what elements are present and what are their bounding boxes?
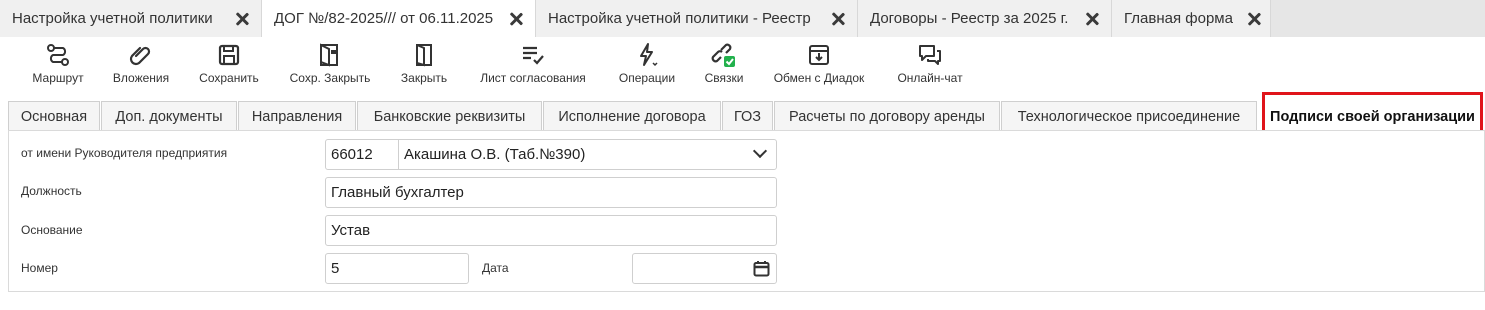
tab-additional-documents[interactable]: Доп. документы [101,101,237,131]
tab-goz[interactable]: ГОЗ [722,101,773,131]
field-separator [398,140,399,169]
signer-label: от имени Руководителя предприятия [21,146,228,160]
window-tab-contract[interactable]: ДОГ №/82-2025/// от 06.11.2025 [262,0,536,37]
diadoc-exchange-button[interactable]: Обмен с Диадок [767,42,871,90]
diadoc-label: Обмен с Диадок [773,71,865,85]
chat-icon [919,45,941,65]
signer-name: Акашина О.В. (Таб.№390) [404,146,586,163]
window-tab-label: Настройка учетной политики - Реестр [548,10,811,27]
date-field[interactable] [632,253,777,284]
attachments-label: Вложения [112,71,170,85]
window-tab-label: ДОГ №/82-2025/// от 06.11.2025 [274,10,494,27]
save-close-label: Сохр. Закрыть [289,71,371,85]
calendar-icon[interactable] [753,260,770,277]
links-label: Связки [704,71,744,85]
number-value: 5 [331,260,340,277]
save-icon [218,44,240,66]
lightning-icon [640,43,658,67]
approval-sheet-button[interactable]: Лист согласования [472,42,594,90]
signatures-panel: от имени Руководителя предприятия 66012 … [8,130,1485,292]
basis-value: Устав [331,222,371,239]
position-label: Должность [21,184,82,198]
operations-label: Операции [618,71,676,85]
links-button[interactable]: Связки [699,42,749,90]
inbox-download-icon [809,45,829,65]
date-label: Дата [482,261,509,275]
window-tab-label: Договоры - Реестр за 2025 г. [870,10,1069,27]
close-label: Закрыть [400,71,448,85]
tab-main[interactable]: Основная [8,101,100,131]
door-icon [416,44,432,67]
tab-contract-execution[interactable]: Исполнение договора [543,101,721,131]
tab-directions[interactable]: Направления [238,101,356,131]
number-field[interactable]: 5 [325,253,469,284]
close-icon[interactable] [1247,12,1258,26]
operations-button[interactable]: Операции [613,42,681,90]
signer-code: 66012 [331,146,373,163]
window-tab-accounting-policy[interactable]: Настройка учетной политики [0,0,262,37]
tab-technological-connection[interactable]: Технологическое присоединение [1001,101,1257,131]
save-close-icon [320,43,338,67]
content-tab-bar: Основная Доп. документы Направления Банк… [8,92,1485,133]
tab-organization-signatures[interactable]: Подписи своей организации [1262,92,1483,133]
basis-field[interactable]: Устав [325,215,777,246]
window-tab-label: Настройка учетной политики [12,10,213,27]
save-label: Сохранить [199,71,259,85]
chevron-down-icon[interactable] [752,143,768,159]
save-close-button[interactable]: Сохр. Закрыть [284,42,376,90]
save-button[interactable]: Сохранить [195,42,263,90]
number-label: Номер [21,261,58,275]
route-button[interactable]: Маршрут [27,42,89,90]
window-tab-bar: Настройка учетной политики ДОГ №/82-2025… [0,0,1485,37]
route-label: Маршрут [32,71,84,85]
attachments-button[interactable]: Вложения [108,42,174,90]
close-icon[interactable] [1085,12,1099,26]
checklist-icon [523,46,544,65]
window-tab-main-form[interactable]: Главная форма [1112,0,1271,37]
basis-label: Основание [21,223,83,237]
route-icon [47,44,69,66]
close-icon[interactable] [235,12,249,26]
tab-lease-settlements[interactable]: Расчеты по договору аренды [774,101,1000,131]
toolbar: Маршрут Вложения Сохранить Сохр. Закрыть… [0,37,1485,93]
paperclip-icon [129,46,151,66]
approval-sheet-label: Лист согласования [480,71,586,85]
position-value: Главный бухгалтер [331,184,464,201]
window-tab-label: Главная форма [1124,10,1233,27]
close-button[interactable]: Закрыть [396,42,452,90]
online-chat-label: Онлайн-чат [897,71,963,85]
window-tab-policy-registry[interactable]: Настройка учетной политики - Реестр [536,0,858,37]
close-icon[interactable] [831,12,845,26]
link-icon [711,43,735,67]
close-icon[interactable] [509,12,523,26]
tab-bank-details[interactable]: Банковские реквизиты [357,101,542,131]
window-tab-contracts-registry[interactable]: Договоры - Реестр за 2025 г. [858,0,1112,37]
online-chat-button[interactable]: Онлайн-чат [891,42,969,90]
signer-select[interactable]: 66012 Акашина О.В. (Таб.№390) [325,139,777,170]
position-field[interactable]: Главный бухгалтер [325,177,777,208]
